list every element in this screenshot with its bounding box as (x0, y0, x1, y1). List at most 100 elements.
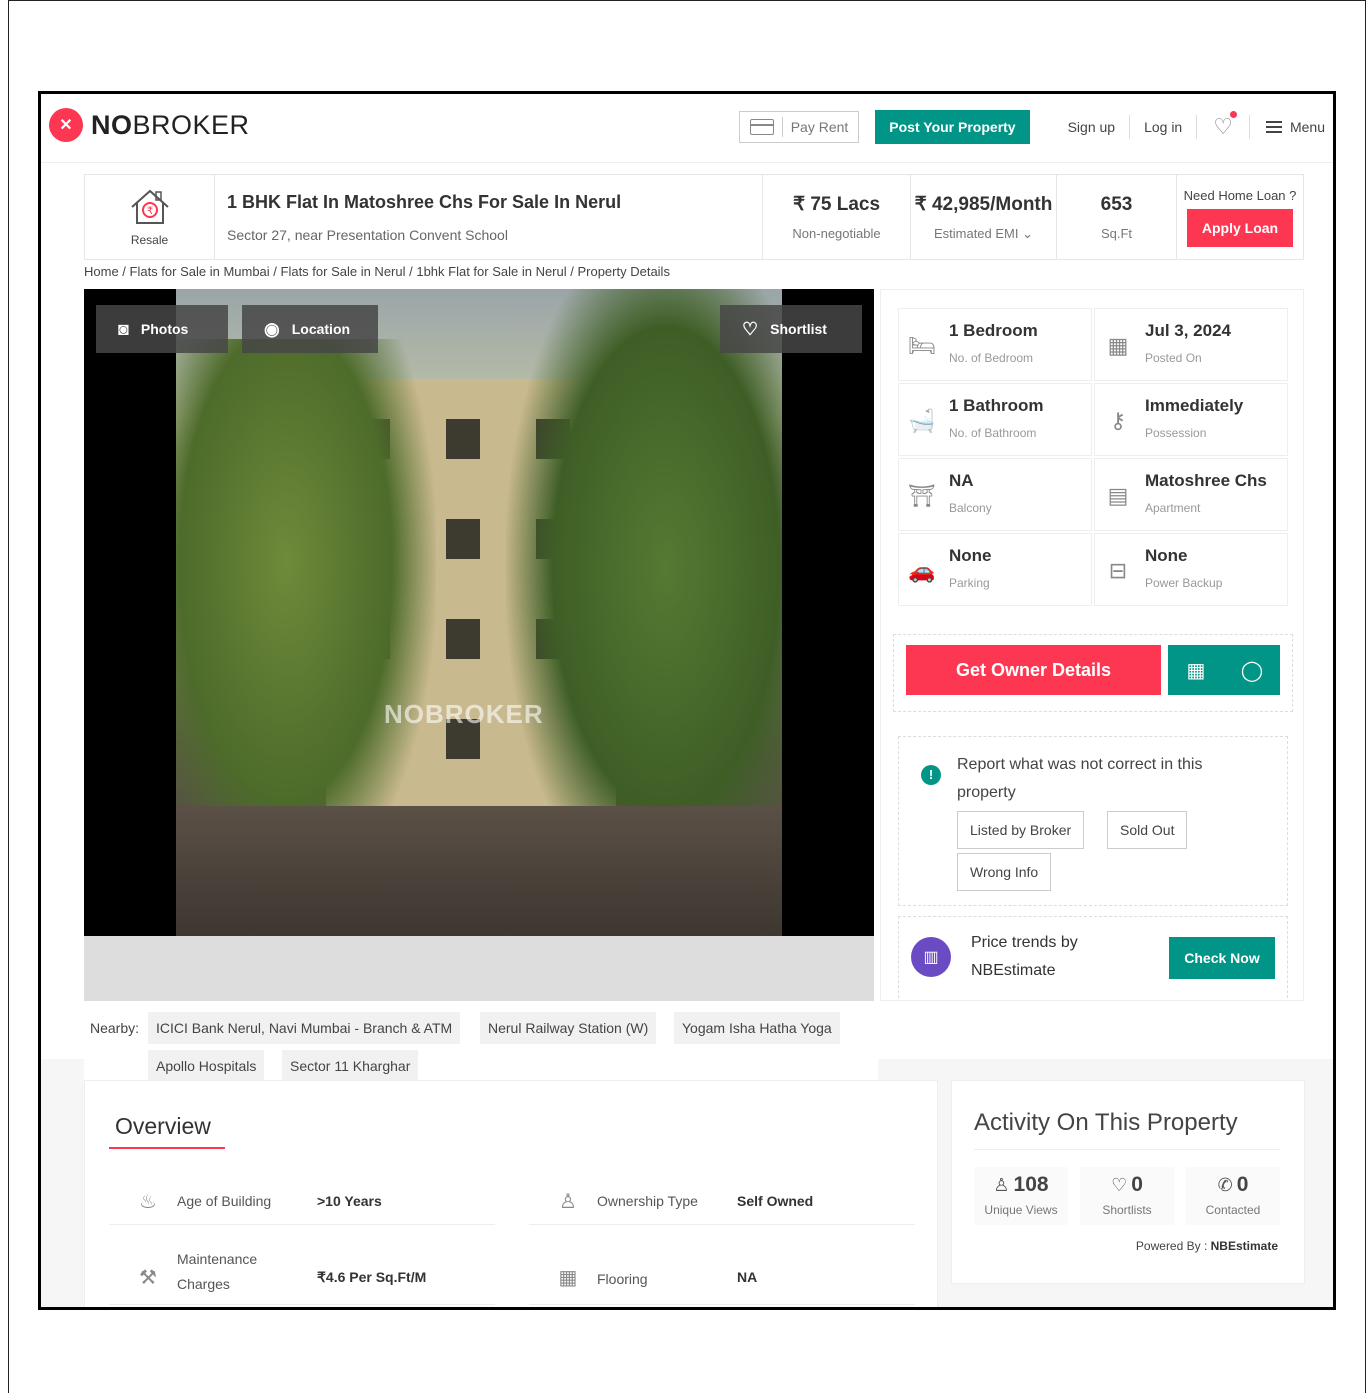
photo-watermark: NOBROKER (384, 699, 544, 729)
pay-rent-label: Pay Rent (790, 119, 849, 135)
photo-gallery: NOBROKER ◙ Photos ◉ Location ♡ Shortlist (84, 289, 874, 1001)
battery-icon: ⊟ (1108, 558, 1128, 583)
schedule-visit-calendar-icon[interactable]: ▦ (1168, 645, 1224, 695)
overview-row-flooring: ▦ Flooring NA (529, 1245, 915, 1305)
nearby-chip[interactable]: Apollo Hospitals (148, 1050, 265, 1082)
bathtub-icon: 🛁 (908, 408, 936, 433)
person-icon: ♙ (559, 1191, 577, 1213)
price-block: ₹ 75 Lacs Non-negotiable (763, 175, 911, 259)
resale-label: Resale (130, 233, 169, 247)
powered-by: Powered By : NBEstimate (1135, 1239, 1278, 1253)
emi-block[interactable]: ₹ 42,985/Month Estimated EMI ⌄ (911, 175, 1057, 259)
price-trends-panel: ▥ Price trends by NBEstimate Check Now (898, 916, 1288, 998)
nearby-chip[interactable]: Nerul Railway Station (W) (480, 1012, 657, 1044)
detail-balcony: ⛩ NA Balcony (898, 458, 1092, 531)
chat-icon[interactable]: ◯ (1224, 645, 1280, 695)
detail-power-backup: ⊟ None Power Backup (1094, 533, 1288, 606)
tools-icon: ⚒ (139, 1267, 157, 1289)
balcony-icon: ⛩ (908, 483, 936, 508)
title-block: 1 BHK Flat In Matoshree Chs For Sale In … (215, 175, 763, 259)
price-note: Non-negotiable (792, 226, 881, 241)
hamburger-icon (1265, 121, 1282, 133)
report-panel: ! Report what was not correct in this pr… (898, 736, 1288, 906)
nearby-places: Nearby: ICICI Bank Nerul, Navi Mumbai - … (84, 1006, 878, 1082)
calendar-icon: ▦ (1107, 333, 1129, 358)
post-property-button[interactable]: Post Your Property (875, 110, 1030, 144)
user-icon: ♙ (993, 1175, 1010, 1195)
detail-bathroom: 🛁 1 Bathroom No. of Bathroom (898, 383, 1092, 456)
detail-apartment: ▤ Matoshree Chs Apartment (1094, 458, 1288, 531)
detail-parking: 🚗 None Parking (898, 533, 1092, 606)
property-title: 1 BHK Flat In Matoshree Chs For Sale In … (227, 191, 622, 212)
resale-badge: ₹ Resale (85, 175, 215, 259)
photos-button[interactable]: ◙ Photos (96, 305, 228, 353)
bed-icon: 🛏 (908, 333, 936, 358)
report-text: Report what was not correct in this prop… (957, 756, 1203, 801)
logo-text: NOBROKER (91, 109, 250, 140)
activity-panel: Activity On This Property ♙ 108 Unique Vi… (951, 1080, 1305, 1284)
overview-section: Overview ♨ Age of Building >10 Years ♙ O… (84, 1080, 938, 1307)
top-navbar: ✕ NOBROKER Pay Rent Post Your Property S… (41, 94, 1333, 163)
area-unit: Sq.Ft (1100, 225, 1133, 241)
activity-title: Activity On This Property (974, 1109, 1238, 1136)
login-link[interactable]: Log in (1130, 115, 1198, 139)
svg-text:₹: ₹ (146, 206, 152, 217)
price-value: ₹ 75 Lacs (792, 194, 881, 215)
credit-card-icon (749, 119, 774, 135)
loan-question: Need Home Loan ? (1183, 187, 1297, 203)
price-trends-text: Price trends by NBEstimate (971, 934, 1078, 979)
menu-button[interactable]: Menu (1250, 119, 1325, 135)
tiles-icon: ▦ (558, 1267, 578, 1289)
heart-icon: ♡ (1111, 1175, 1128, 1195)
overview-row-age: ♨ Age of Building >10 Years (109, 1177, 495, 1225)
emi-value: ₹ 42,985/Month (914, 193, 1053, 215)
nobroker-logo[interactable]: ✕ NOBROKER (49, 108, 250, 142)
detail-posted-on: ▦ Jul 3, 2024 Posted On (1094, 308, 1288, 381)
cake-icon: ♨ (139, 1191, 157, 1213)
stat-contacted: ✆ 0 Contacted (1186, 1167, 1280, 1225)
report-listed-by-broker-button[interactable]: Listed by Broker (957, 811, 1085, 849)
compass-icon: ◉ (264, 318, 280, 339)
camera-icon: ◙ (118, 318, 129, 339)
area-value: 653 (1100, 193, 1133, 215)
stat-shortlists: ♡ 0 Shortlists (1080, 1167, 1174, 1225)
shortlist-button[interactable]: ♡ Shortlist (720, 305, 862, 353)
property-address: Sector 27, near Presentation Convent Sch… (227, 226, 508, 243)
property-header: ₹ Resale 1 BHK Flat In Matoshree Chs For… (84, 174, 1304, 260)
check-now-button[interactable]: Check Now (1169, 937, 1275, 979)
overview-row-maintenance: ⚒ Maintenance Charges ₹4.6 Per Sq.Ft/M (109, 1245, 495, 1305)
report-wrong-info-button[interactable]: Wrong Info (957, 853, 1052, 891)
home-loan-block: Need Home Loan ? Apply Loan (1177, 175, 1303, 259)
chevron-down-icon: ⌄ (1022, 225, 1034, 241)
stat-unique-views: ♙ 108 Unique Views (974, 1167, 1068, 1225)
chart-icon: ▥ (911, 937, 951, 977)
shortlist-heart-icon[interactable]: ♡ (1197, 111, 1250, 139)
car-icon: 🚗 (908, 558, 936, 583)
nearby-chip[interactable]: Sector 11 Kharghar (282, 1050, 419, 1082)
overview-underline (109, 1147, 225, 1149)
nobroker-logo-icon: ✕ (49, 108, 83, 142)
alert-icon: ! (921, 765, 941, 785)
report-sold-out-button[interactable]: Sold Out (1107, 811, 1188, 849)
heart-icon: ♡ (742, 318, 759, 339)
key-icon: ⚷ (1109, 408, 1127, 433)
detail-bedroom: 🛏 1 Bedroom No. of Bedroom (898, 308, 1092, 381)
emi-note: Estimated EMI ⌄ (933, 225, 1034, 241)
breadcrumb[interactable]: Home / Flats for Sale in Mumbai / Flats … (84, 264, 670, 279)
nav-links: Pay Rent Post Your Property Sign up Log … (738, 110, 1325, 144)
property-photo[interactable]: NOBROKER (84, 289, 874, 936)
overview-title: Overview (115, 1113, 211, 1139)
nearby-chip[interactable]: ICICI Bank Nerul, Navi Mumbai - Branch &… (148, 1012, 461, 1044)
pay-rent-button[interactable]: Pay Rent (738, 111, 860, 143)
house-rupee-icon: ₹ (130, 189, 169, 224)
area-block: 653 Sq.Ft (1057, 175, 1177, 259)
property-details-panel: 🛏 1 Bedroom No. of Bedroom ▦ Jul 3, 2024 P… (880, 289, 1304, 1001)
apply-loan-button[interactable]: Apply Loan (1187, 208, 1293, 247)
signup-link[interactable]: Sign up (1054, 115, 1131, 139)
location-button[interactable]: ◉ Location (242, 305, 378, 353)
owner-actions: Get Owner Details ▦ ◯ (893, 634, 1293, 712)
get-owner-details-button[interactable]: Get Owner Details (906, 645, 1161, 695)
browser-frame: ✕ NOBROKER Pay Rent Post Your Property S… (38, 91, 1336, 1310)
nearby-chip[interactable]: Yogam Isha Hatha Yoga (674, 1012, 840, 1044)
detail-possession: ⚷ Immediately Possession (1094, 383, 1288, 456)
